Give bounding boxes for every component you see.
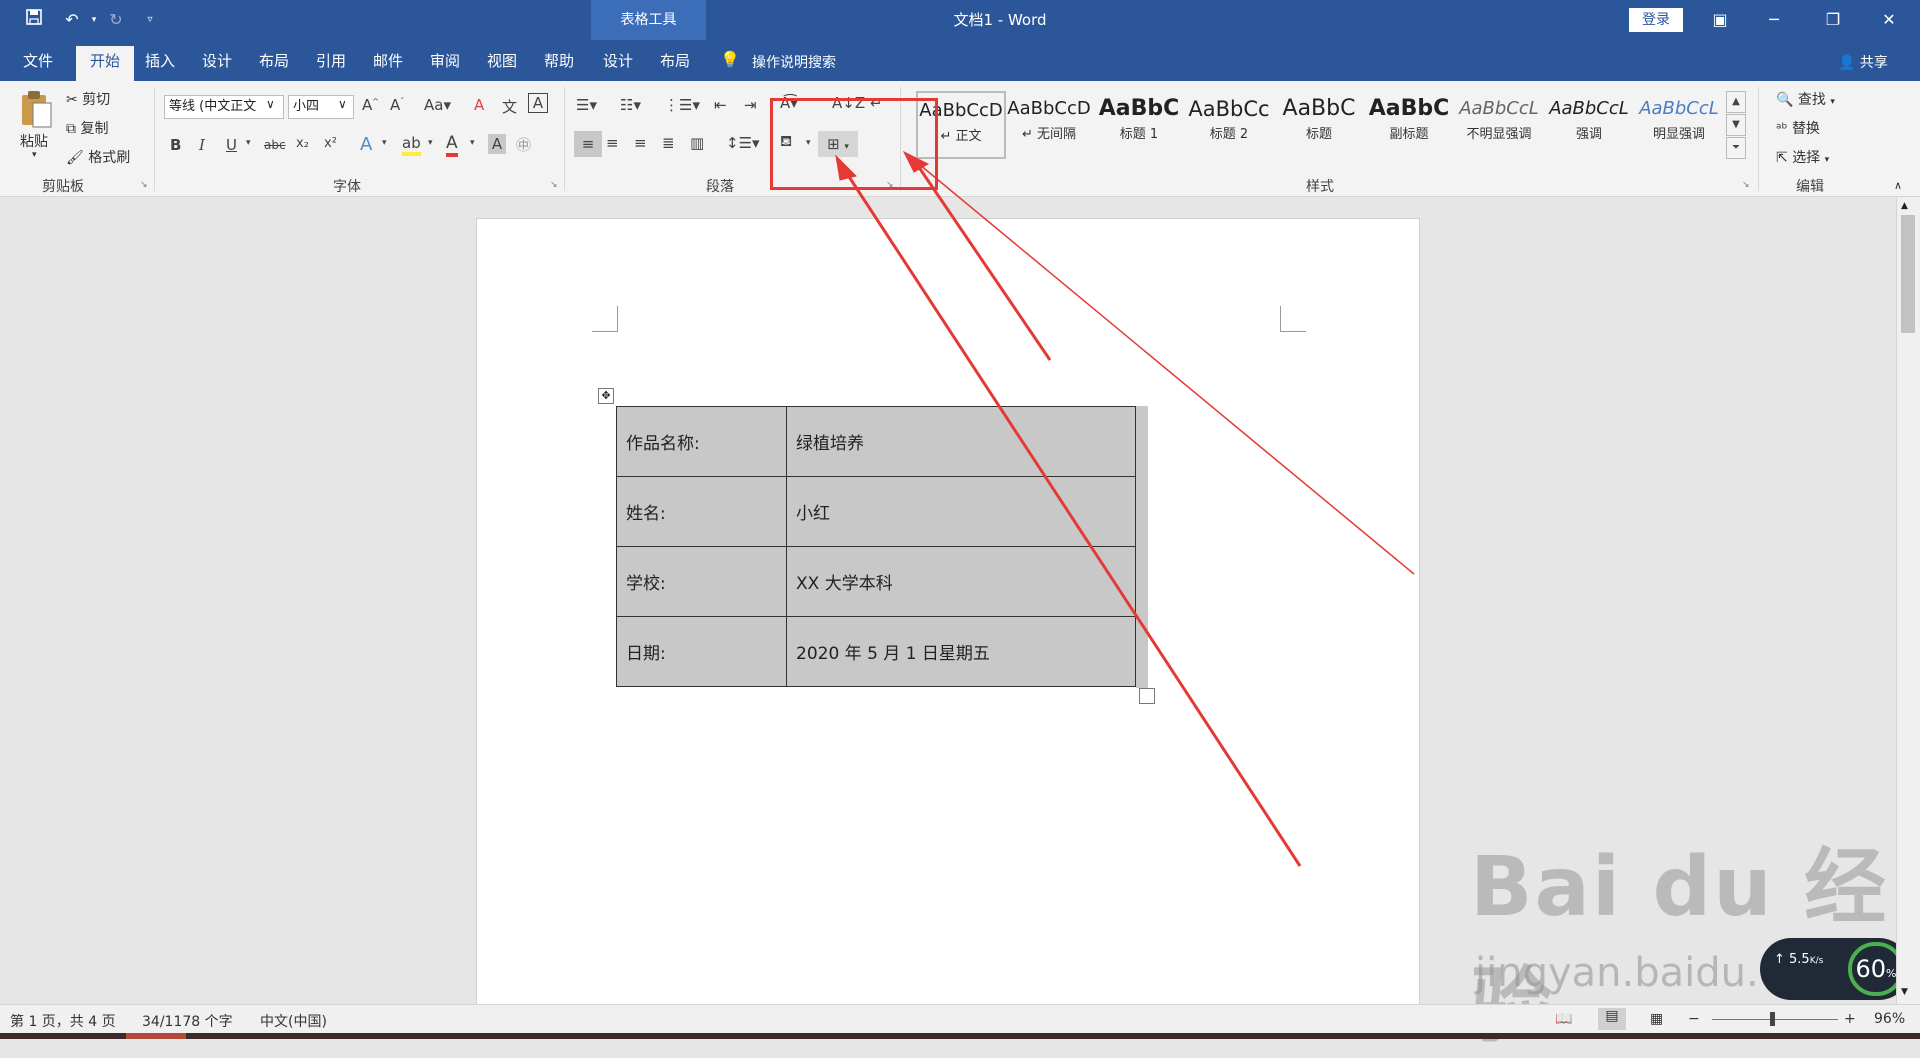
annotation-arrowhead: [835, 154, 857, 181]
upload-speed-value: 5.5: [1789, 952, 1810, 967]
scroll-thumb[interactable]: [1901, 215, 1915, 333]
word-count[interactable]: 34/1178 个字: [142, 1011, 233, 1031]
upload-speed: ↑ 5.5K/s: [1774, 952, 1824, 967]
language-indicator[interactable]: 中文(中国): [260, 1011, 327, 1031]
print-layout-icon[interactable]: ▤: [1598, 1008, 1626, 1030]
zoom-out-icon[interactable]: −: [1688, 1011, 1700, 1027]
annotation-arrow-line: [913, 159, 1415, 575]
status-bar: 第 1 页，共 4 页 34/1178 个字 中文(中国) 📖 ▤ ▦ − + …: [0, 1004, 1920, 1033]
zoom-in-icon[interactable]: +: [1844, 1011, 1856, 1027]
web-layout-icon[interactable]: ▦: [1650, 1011, 1663, 1027]
vertical-scrollbar[interactable]: ▲ ▼: [1896, 197, 1920, 1004]
scroll-up-icon[interactable]: ▲: [1901, 201, 1908, 211]
network-speed-widget: ↑ 5.5K/s 60%: [1760, 938, 1910, 1000]
scroll-down-icon[interactable]: ▼: [1901, 987, 1908, 997]
zoom-level[interactable]: 96%: [1874, 1011, 1905, 1027]
memory-percent-value: 60: [1855, 955, 1887, 983]
taskbar-strip: [0, 1033, 1920, 1039]
zoom-slider-thumb[interactable]: [1770, 1012, 1775, 1026]
read-mode-icon[interactable]: 📖: [1555, 1011, 1572, 1027]
taskbar-active-indicator: [126, 1033, 186, 1039]
page-count[interactable]: 第 1 页，共 4 页: [10, 1011, 116, 1031]
annotation-arrow-line: [912, 159, 1052, 361]
zoom-slider-track[interactable]: [1712, 1019, 1838, 1020]
annotation-arrow-line: [840, 165, 1302, 867]
upload-speed-unit: K/s: [1809, 956, 1824, 966]
memory-percent-unit: %: [1886, 967, 1897, 980]
